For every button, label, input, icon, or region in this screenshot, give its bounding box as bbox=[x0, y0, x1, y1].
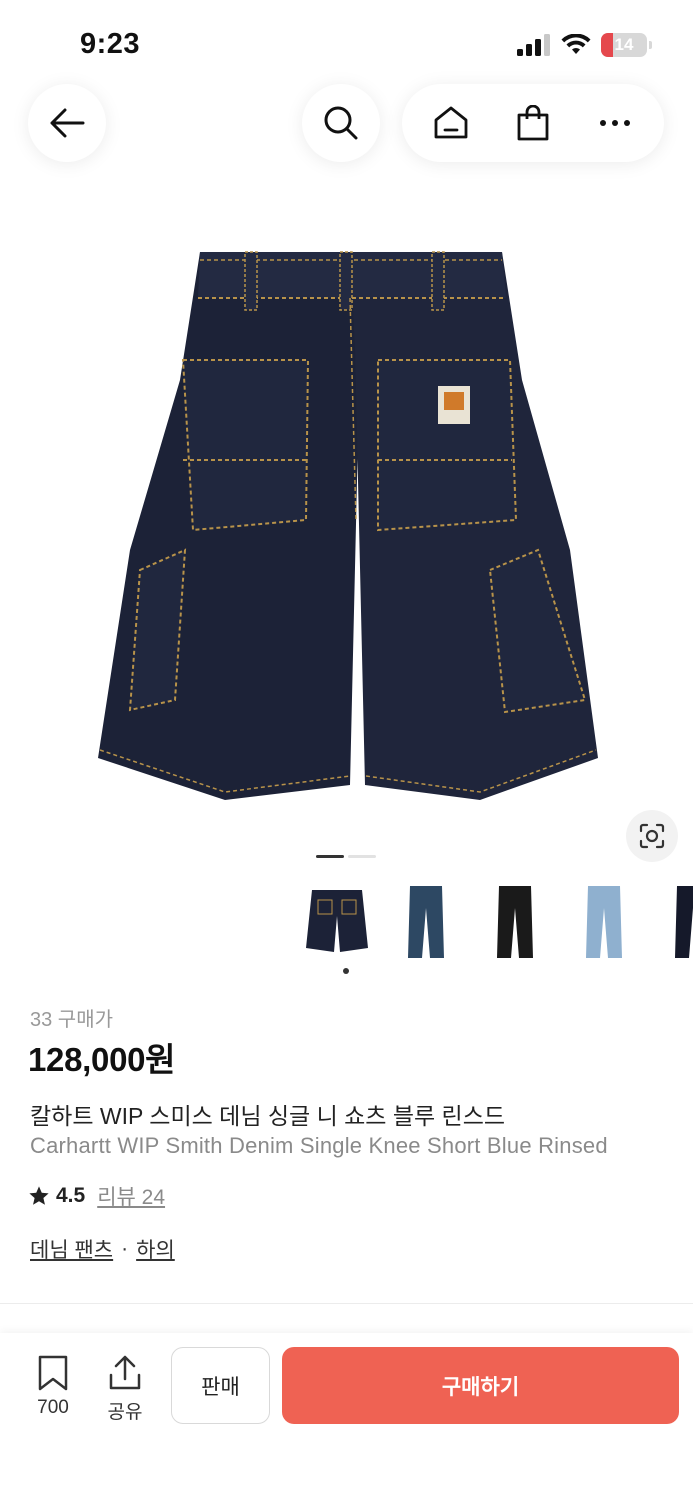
cellular-signal-icon bbox=[517, 34, 550, 56]
more-button[interactable] bbox=[585, 93, 645, 153]
search-button[interactable] bbox=[302, 84, 380, 162]
rating-row: 4.5 리뷰 24 bbox=[28, 1181, 165, 1211]
category-link-denim-pants[interactable]: 데님 팬츠 bbox=[30, 1234, 113, 1264]
search-icon bbox=[324, 106, 358, 140]
battery-level: 14 bbox=[614, 35, 634, 54]
bookmark-icon bbox=[38, 1355, 68, 1391]
selected-thumbnail-indicator bbox=[343, 968, 349, 974]
sell-button[interactable]: 판매 bbox=[171, 1347, 270, 1424]
thumbnail-black-pants[interactable] bbox=[478, 880, 551, 964]
cart-button[interactable] bbox=[503, 93, 563, 153]
product-name-english: Carhartt WIP Smith Denim Single Knee Sho… bbox=[30, 1133, 608, 1158]
battery-icon: 14 bbox=[601, 33, 652, 57]
back-button[interactable] bbox=[28, 84, 106, 162]
thumbnail-strip bbox=[300, 880, 693, 970]
nav-action-group bbox=[402, 84, 664, 162]
rating-value: 4.5 bbox=[56, 1184, 86, 1207]
wifi-icon bbox=[561, 34, 591, 54]
product-image[interactable] bbox=[60, 220, 633, 820]
pager-segment bbox=[348, 855, 376, 858]
status-time: 9:23 bbox=[80, 28, 141, 60]
category-separator: · bbox=[121, 1237, 129, 1260]
share-icon bbox=[109, 1355, 141, 1390]
image-search-button[interactable] bbox=[626, 810, 678, 862]
thumbnail-dark-pants[interactable] bbox=[656, 880, 693, 964]
share-button[interactable]: 공유 bbox=[102, 1355, 148, 1424]
bottom-action-bar: 700 공유 판매 구매하기 bbox=[0, 1333, 693, 1500]
share-label: 공유 bbox=[107, 1402, 143, 1423]
buy-button[interactable]: 구매하기 bbox=[282, 1347, 679, 1424]
more-icon bbox=[600, 120, 630, 126]
camera-lens-icon bbox=[639, 823, 665, 849]
bookmark-button[interactable]: 700 bbox=[30, 1355, 76, 1419]
purchase-count: 33 구매가 bbox=[30, 1009, 114, 1031]
bookmark-count: 700 bbox=[37, 1397, 69, 1418]
pager-segment-active bbox=[316, 855, 344, 858]
product-price: 128,000원 bbox=[28, 1041, 176, 1078]
category-breadcrumb: 데님 팬츠 · 하의 bbox=[30, 1234, 175, 1264]
back-arrow-icon bbox=[50, 108, 85, 138]
home-icon bbox=[434, 106, 468, 139]
category-link-bottoms[interactable]: 하의 bbox=[136, 1234, 175, 1264]
star-icon bbox=[29, 1186, 49, 1205]
status-bar: 9:23 14 bbox=[0, 0, 693, 80]
shopping-bag-icon bbox=[517, 105, 549, 141]
thumbnail-blue-pants[interactable] bbox=[389, 880, 462, 964]
section-divider bbox=[0, 1303, 693, 1304]
status-icons: 14 bbox=[517, 33, 652, 57]
thumbnail-black-shorts[interactable] bbox=[300, 880, 373, 964]
review-link[interactable]: 리뷰 24 bbox=[97, 1181, 165, 1211]
home-button[interactable] bbox=[421, 93, 481, 153]
battery-fill bbox=[601, 33, 613, 57]
product-name-korean: 칼하트 WIP 스미스 데님 싱글 니 쇼츠 블루 린스드 bbox=[30, 1103, 506, 1129]
thumbnail-light-blue-pants[interactable] bbox=[567, 880, 640, 964]
image-pager bbox=[316, 855, 376, 858]
